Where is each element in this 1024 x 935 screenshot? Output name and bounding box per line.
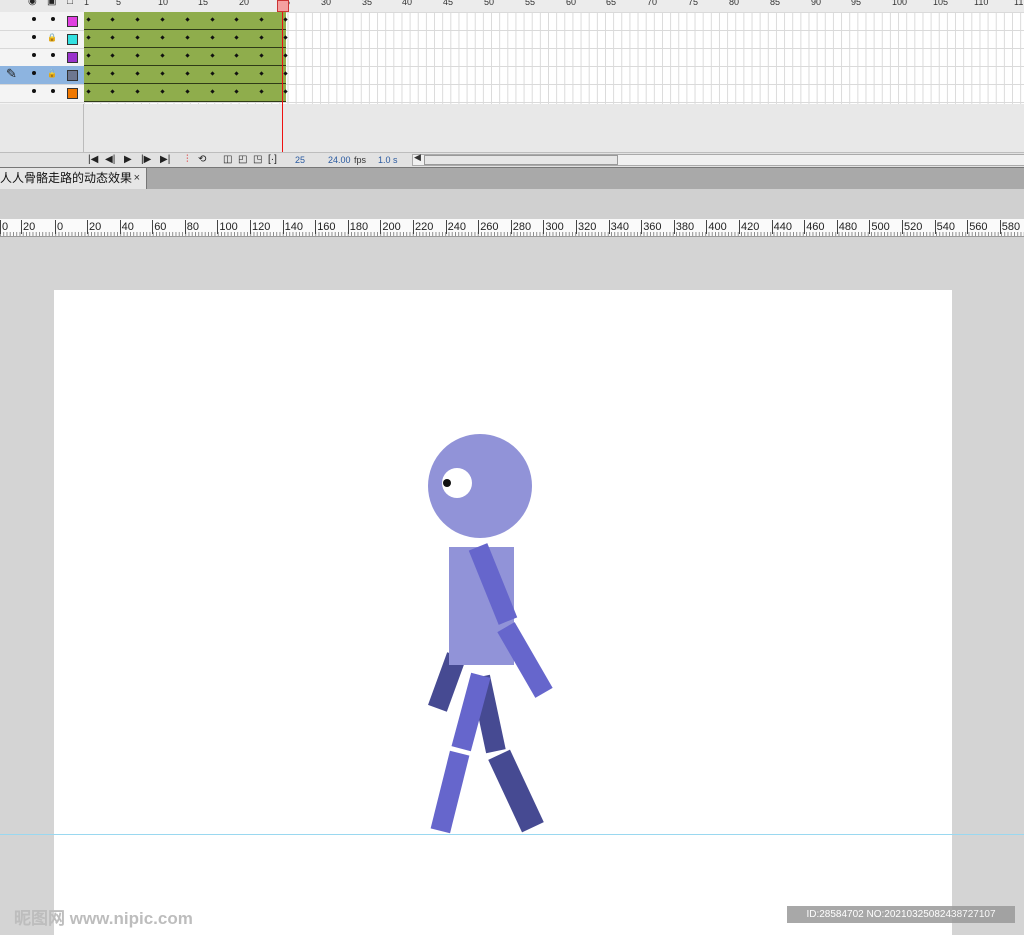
- watermark-right: ID:28584702 NO:20210325082438727107: [787, 906, 1015, 923]
- back-shin[interactable]: [488, 749, 544, 833]
- watermark-left: 昵图网 www.nipic.com: [14, 909, 193, 928]
- stick-figure[interactable]: [0, 0, 1024, 935]
- front-shin[interactable]: [430, 750, 470, 834]
- pupil: [443, 479, 451, 487]
